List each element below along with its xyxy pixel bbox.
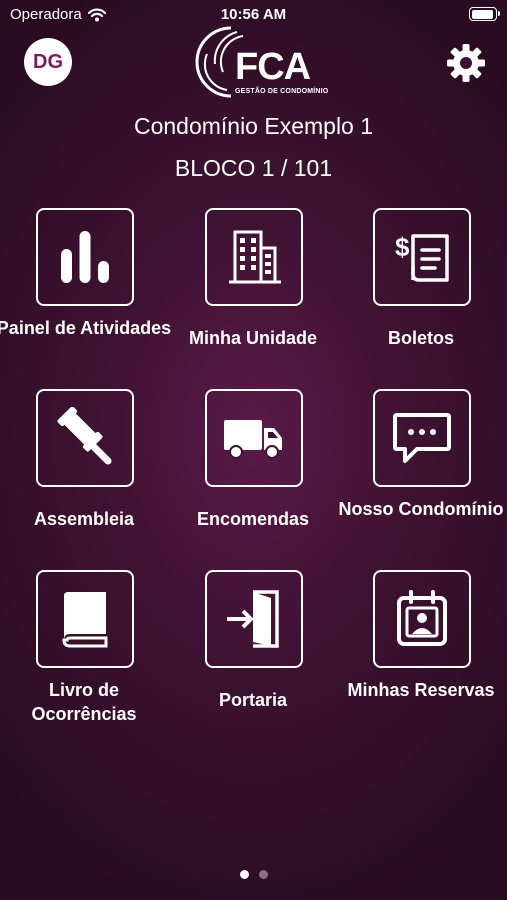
menu-item-label: Livro de Ocorrências: [31, 680, 137, 724]
menu-tile[interactable]: [373, 389, 471, 487]
menu-tile[interactable]: $: [373, 208, 471, 306]
page-dot-2[interactable]: [258, 870, 268, 879]
logo-subtitle: GESTÃO DE CONDOMÍNIO: [235, 88, 329, 95]
bar-chart-icon: [61, 231, 109, 283]
unit-name[interactable]: BLOCO 1 / 101: [0, 155, 507, 182]
svg-text:$: $: [395, 232, 410, 262]
book-icon: [62, 592, 108, 648]
menu-tile[interactable]: [36, 570, 134, 668]
menu-item-label: Minhas Reservas: [347, 680, 495, 700]
door-enter-icon: [227, 590, 279, 648]
building-icon: [229, 230, 281, 284]
fca-logo: FCA GESTÃO DE CONDOMÍNIO: [193, 24, 328, 100]
page-indicator[interactable]: [0, 870, 507, 879]
page-dot-1[interactable]: [239, 870, 249, 879]
menu-item-label: Nosso Condomínio: [338, 499, 504, 519]
menu-item-label: Minha Unidade: [188, 328, 317, 348]
menu-item-label: Boletos: [387, 328, 454, 348]
menu-tile[interactable]: [36, 208, 134, 306]
menu-tile[interactable]: [205, 570, 303, 668]
battery-icon: [469, 7, 500, 21]
avatar[interactable]: DG: [24, 38, 72, 86]
menu-item-label: Portaria: [218, 690, 288, 710]
calendar-user-icon: [397, 590, 447, 646]
menu-tile[interactable]: [36, 389, 134, 487]
status-time: 10:56 AM: [220, 6, 287, 23]
gear-icon[interactable]: [445, 42, 487, 84]
gavel-icon: [57, 407, 112, 465]
menu-tile[interactable]: [205, 208, 303, 306]
menu-item-label: Painel de Atividades: [0, 318, 172, 338]
delivery-truck-icon: [224, 420, 282, 459]
logo-text: FCA: [235, 46, 311, 88]
chat-bubble-icon: [393, 413, 451, 463]
condominium-name: Condomínio Exemplo 1: [133, 113, 374, 139]
menu-tile[interactable]: [373, 570, 471, 668]
menu-item-label: Encomendas: [196, 509, 310, 529]
menu-tile[interactable]: [205, 389, 303, 487]
menu-item-label: Assembleia: [33, 509, 135, 529]
invoice-icon: $: [395, 232, 449, 282]
